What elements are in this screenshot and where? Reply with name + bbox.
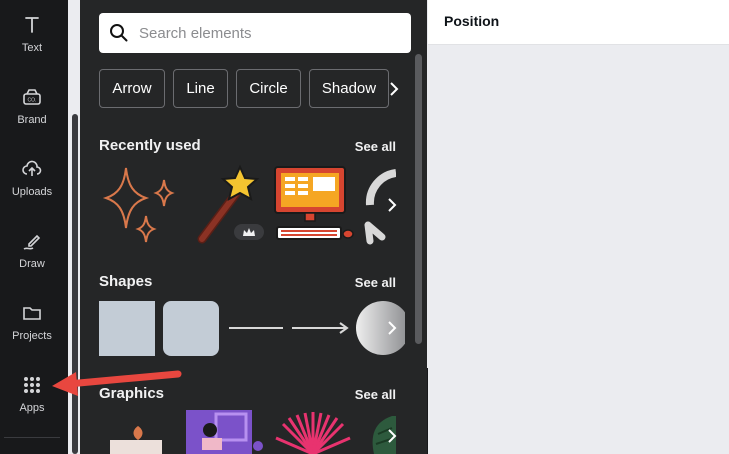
canvas-area[interactable] xyxy=(428,46,729,454)
chip-shadow[interactable]: Shadow xyxy=(309,69,389,108)
rail-item-draw[interactable]: Draw xyxy=(0,216,64,278)
rail-item-label: Projects xyxy=(12,330,52,342)
chips-next-button[interactable] xyxy=(381,69,407,108)
graphics-next-button[interactable] xyxy=(380,424,404,448)
rail-item-label: Text xyxy=(21,42,43,54)
shapes-title: Shapes xyxy=(99,273,153,290)
rail-item-label: Uploads xyxy=(11,186,53,198)
rounded-square-shape[interactable] xyxy=(163,301,219,356)
chevron-right-icon xyxy=(388,198,397,212)
graphics-title: Graphics xyxy=(99,385,165,402)
chevron-right-icon xyxy=(388,321,397,335)
line-shape[interactable] xyxy=(227,320,285,336)
rail-item-uploads[interactable]: Uploads xyxy=(0,144,64,206)
chevron-right-icon xyxy=(388,429,397,443)
apps-grid-icon xyxy=(24,377,40,393)
computer-graphic[interactable] xyxy=(273,165,355,243)
draw-icon xyxy=(23,234,41,250)
svg-text:CO.: CO. xyxy=(28,98,37,104)
panel-scrollbar[interactable] xyxy=(415,54,422,344)
brand-icon: CO. xyxy=(23,89,41,105)
position-panel-header: Position xyxy=(428,0,729,45)
elements-panel: Arrow Line Circle Shadow Recently used S… xyxy=(80,0,427,454)
rail-item-label: Brand xyxy=(17,114,47,126)
arrow-line-shape[interactable] xyxy=(290,320,350,336)
rail-item-projects[interactable]: Projects xyxy=(0,288,64,350)
recently-used-next-button[interactable] xyxy=(380,193,404,217)
rail-scrollbar[interactable] xyxy=(72,114,78,454)
workspace-graphic[interactable] xyxy=(186,410,264,454)
shapes-next-button[interactable] xyxy=(380,316,404,340)
graphics-see-all[interactable]: See all xyxy=(355,387,396,402)
rail-divider xyxy=(4,437,60,438)
cloud-upload-icon xyxy=(22,160,42,176)
text-icon xyxy=(25,17,39,33)
rail-item-brand[interactable]: CO. Brand xyxy=(0,72,64,134)
rail-item-label: Draw xyxy=(19,258,45,270)
rail-item-label: Apps xyxy=(19,402,45,414)
folder-icon xyxy=(23,307,41,320)
chevron-right-icon xyxy=(390,81,399,96)
search-box[interactable] xyxy=(99,13,411,53)
rail-item-apps[interactable]: Apps xyxy=(0,360,64,422)
shapes-see-all[interactable]: See all xyxy=(355,275,396,290)
position-panel-title: Position xyxy=(444,13,500,29)
premium-badge xyxy=(234,224,264,240)
search-icon xyxy=(110,24,128,42)
chip-arrow[interactable]: Arrow xyxy=(99,69,165,108)
chip-line[interactable]: Line xyxy=(173,69,228,108)
lamp-graphic[interactable] xyxy=(110,424,162,454)
crown-icon xyxy=(243,228,255,236)
chip-circle[interactable]: Circle xyxy=(236,69,301,108)
sparkles-graphic[interactable] xyxy=(100,162,180,246)
search-input[interactable] xyxy=(139,24,399,42)
square-shape[interactable] xyxy=(99,301,155,356)
sunburst-graphic[interactable] xyxy=(273,408,353,454)
recently-used-title: Recently used xyxy=(99,137,201,154)
rail-item-text[interactable]: Text xyxy=(0,0,64,62)
recently-used-see-all[interactable]: See all xyxy=(355,139,396,154)
left-nav-rail: Text CO. Brand Uploads Draw Projects App… xyxy=(0,0,68,454)
